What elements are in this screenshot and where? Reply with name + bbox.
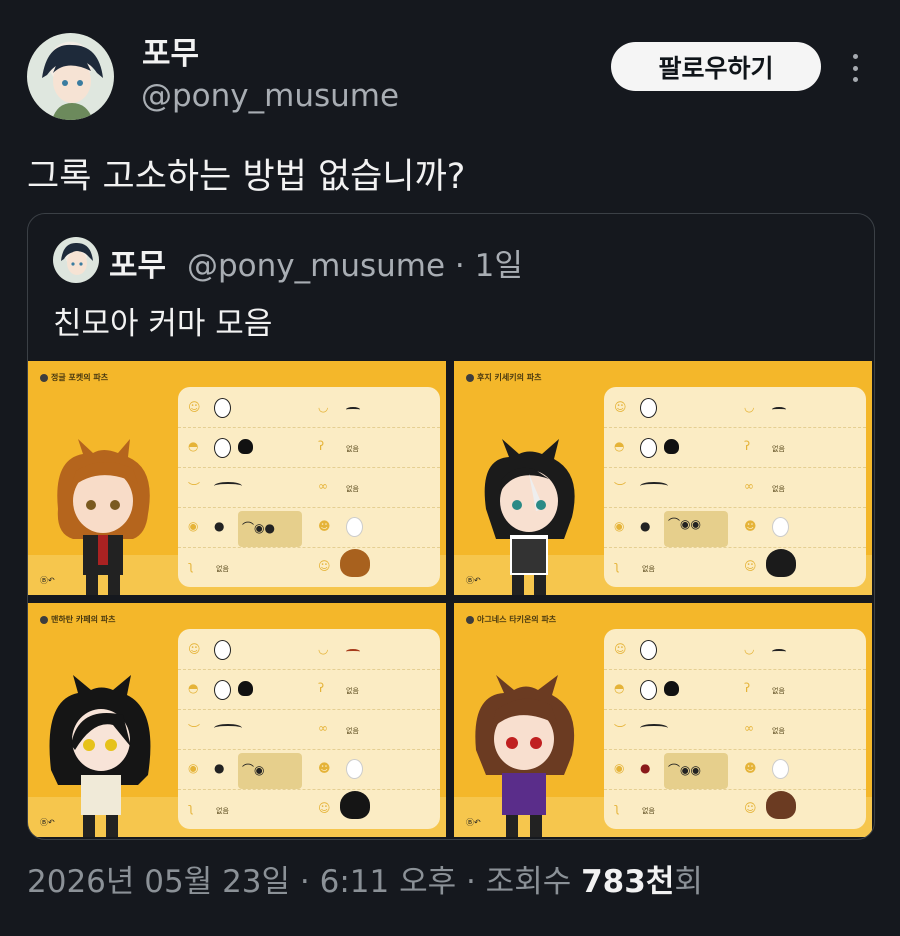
panel-title: 아그네스 타키온의 파츠 [466, 614, 556, 625]
author-avatar[interactable] [27, 33, 114, 120]
quoted-meta: @pony_musume · 1일 [187, 248, 523, 284]
quoted-author-name[interactable]: 포무 [109, 240, 166, 285]
back-icon: Ⓑ↶ [40, 576, 55, 585]
avatar-illustration [61, 242, 93, 275]
back-icon: Ⓑ↶ [466, 818, 481, 827]
character-chibi [484, 439, 575, 595]
view-count: 783천 [581, 864, 675, 900]
avatar-illustration [42, 44, 103, 120]
view-suffix: 회 [674, 864, 703, 900]
panel-title: 정글 포켓의 파츠 [40, 372, 108, 383]
parts-card: ☺ ◡ ◓ ʔ 없음 ︶ ∞ 없음 ◉ ● ⌒◉◉ ☻ ʅ 없음 ☺ [604, 387, 866, 587]
author-name[interactable]: 포무 [142, 28, 199, 73]
grid-image-2[interactable]: 후지 키세키의 파츠 ☺ ◡ ◓ ʔ 없음 ︶ ∞ 없음 ◉ ● ⌒◉◉ ☻ ʅ… [454, 361, 872, 595]
character-chibi [57, 439, 150, 595]
panel-title: 후지 키세키의 파츠 [466, 372, 541, 383]
quoted-author-avatar[interactable] [53, 237, 99, 283]
back-icon: Ⓑ↶ [40, 818, 55, 827]
grid-image-4[interactable]: 아그네스 타키온의 파츠 ☺ ◡ ◓ ʔ없음 ︶ ∞없음 ◉● ⌒◉◉ ☻ [454, 603, 872, 837]
parts-card: ☺ ◡ ◓ ʔ 없음 ︶ ∞ 없음 ◉ ● ⌒◉ ☻ ʅ 없음 ☺ [178, 629, 440, 829]
tweet-timestamp: 2026년 05월 23일 · 6:11 오후 · 조회수 783천회 [27, 856, 703, 901]
character-chibi [49, 675, 151, 837]
parts-card: ☺ ◡ ◓ ʔ 없음 ︶ ∞ 없음 ◉ ● ⌒◉● ☻ ʅ 없음 ☺ [178, 387, 440, 587]
grid-image-3[interactable]: 맨하탄 카페의 파츠 ☺ ◡ ◓ ʔ 없음 ︶ ∞ 없음 ◉ ● ⌒◉ ☻ ʅ … [28, 603, 446, 837]
character-chibi [475, 675, 575, 837]
quoted-tweet[interactable]: 포무 @pony_musume · 1일 친모아 커마 모음 정글 포켓의 파츠… [27, 213, 875, 840]
author-handle[interactable]: @pony_musume [141, 78, 399, 114]
image-grid[interactable]: 정글 포켓의 파츠 ☺ ◡ ◓ ʔ 없음 ︶ ∞ 없음 ◉ ● ⌒◉● ☻ ʅ … [28, 361, 874, 838]
back-icon: Ⓑ↶ [466, 576, 481, 585]
more-options-icon[interactable] [849, 54, 861, 82]
timestamp-text[interactable]: 2026년 05월 23일 · 6:11 오후 · 조회수 [27, 864, 581, 900]
quoted-text: 친모아 커마 모음 [53, 306, 273, 342]
parts-card: ☺ ◡ ◓ ʔ 없음 ︶ ∞ 없음 ◉ ● ⌒◉◉ ☻ ʅ 없음 ☺ [604, 629, 866, 829]
grid-image-1[interactable]: 정글 포켓의 파츠 ☺ ◡ ◓ ʔ 없음 ︶ ∞ 없음 ◉ ● ⌒◉● ☻ ʅ … [28, 361, 446, 595]
follow-button[interactable]: 팔로우하기 [611, 42, 821, 91]
tweet-text: 그록 고소하는 방법 없습니까? [27, 157, 466, 197]
panel-title: 맨하탄 카페의 파츠 [40, 614, 115, 625]
